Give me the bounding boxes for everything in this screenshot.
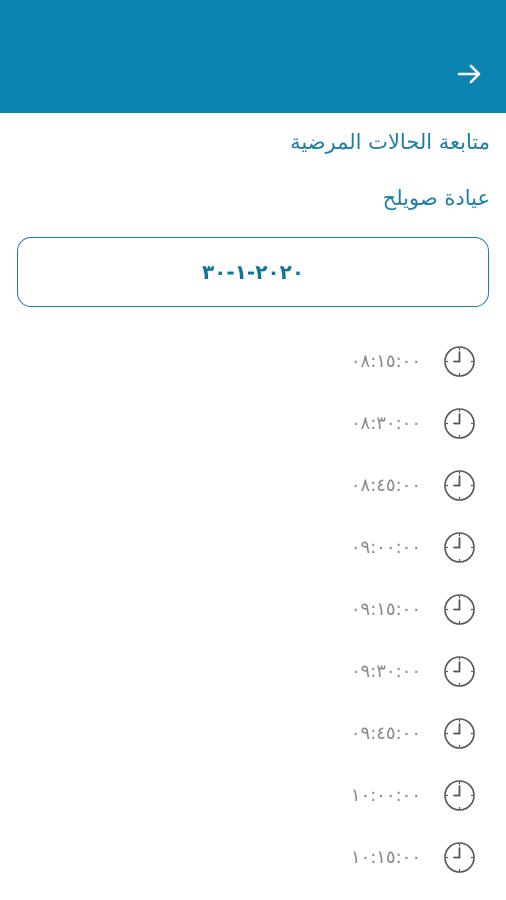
clock-icon [443,345,476,378]
time-slot-label: ٠٨:٣٠:٠٠ [350,412,421,434]
clinic-name: عيادة صويلح [382,186,490,210]
time-slot-label: ١٠:٠٠:٠٠ [350,784,421,806]
time-slot[interactable]: ٠٩:١٥:٠٠ [276,578,476,640]
time-slot-label: ٠٨:٤٥:٠٠ [350,474,421,496]
time-slot[interactable]: ٠٩:٤٥:٠٠ [276,702,476,764]
time-slot[interactable]: ١٠:٠٠:٠٠ [276,764,476,826]
time-slot-list: ٠٨:١٥:٠٠ ٠٨:٣٠:٠٠ ٠٨:٤٥:٠٠ ٠٩:٠٠:٠٠ ٠٩:١… [276,330,476,888]
arrow-right-icon [457,64,481,84]
time-slot[interactable]: ٠٨:٣٠:٠٠ [276,392,476,454]
clock-icon [443,407,476,440]
time-slot-label: ١٠:١٥:٠٠ [350,846,421,868]
clock-icon [443,779,476,812]
clock-icon [443,531,476,564]
time-slot-label: ٠٨:١٥:٠٠ [350,350,421,372]
time-slot[interactable]: ٠٨:٤٥:٠٠ [276,454,476,516]
date-selector[interactable]: ٢٠٢٠-١-٣٠ [17,237,489,307]
clock-icon [443,841,476,874]
time-slot-label: ٠٩:٣٠:٠٠ [350,660,421,682]
clock-icon [443,655,476,688]
date-value: ٢٠٢٠-١-٣٠ [201,260,305,284]
time-slot[interactable]: ٠٩:٣٠:٠٠ [276,640,476,702]
back-button[interactable] [454,58,486,90]
time-slot-label: ٠٩:٠٠:٠٠ [350,536,421,558]
app-header [0,0,506,113]
clock-icon [443,469,476,502]
page-title: متابعة الحالات المرضية [290,130,490,154]
time-slot-label: ٠٩:٤٥:٠٠ [350,722,421,744]
clock-icon [443,593,476,626]
time-slot[interactable]: ٠٩:٠٠:٠٠ [276,516,476,578]
time-slot[interactable]: ٠٨:١٥:٠٠ [276,330,476,392]
clock-icon [443,717,476,750]
time-slot[interactable]: ١٠:١٥:٠٠ [276,826,476,888]
time-slot-label: ٠٩:١٥:٠٠ [350,598,421,620]
